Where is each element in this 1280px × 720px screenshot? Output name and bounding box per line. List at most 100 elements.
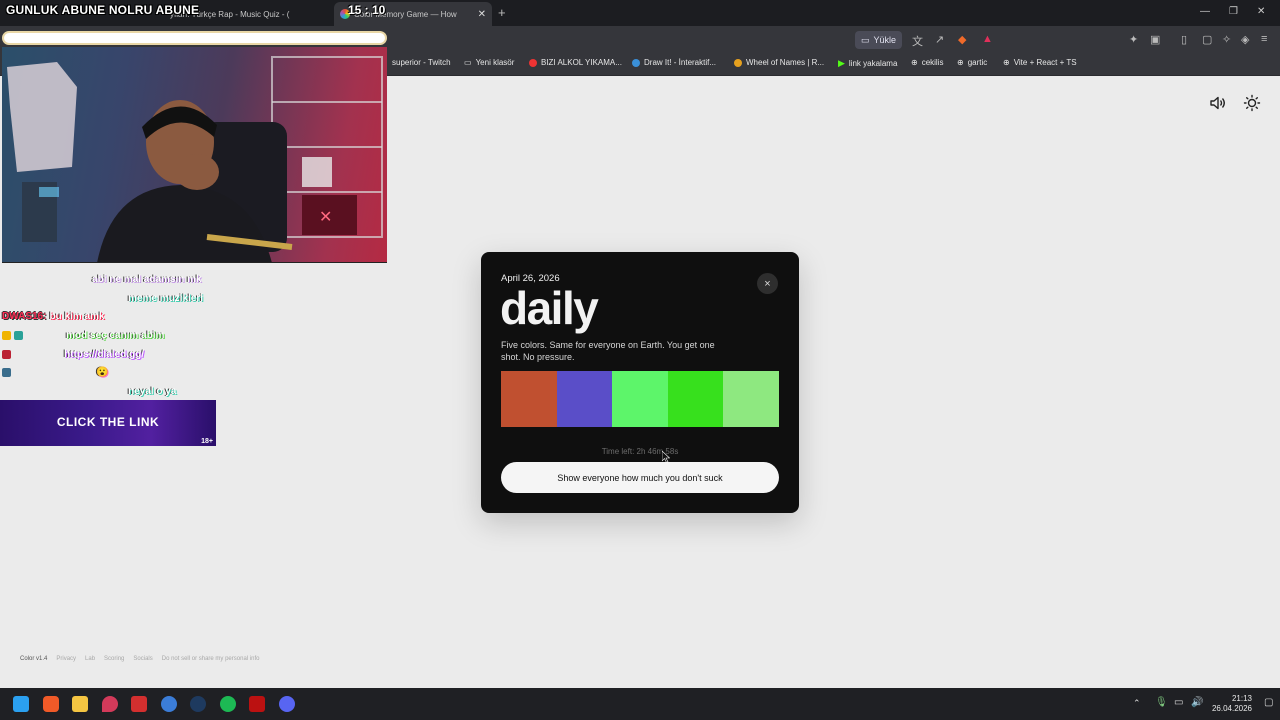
bookmark-label: Yeni klasör — [475, 58, 515, 67]
chat-username: DWAS16: — [2, 311, 47, 323]
spotify-icon[interactable] — [220, 696, 236, 712]
wallet-icon[interactable]: ▢ — [1202, 33, 1212, 46]
globe-icon: ⊕ — [911, 58, 918, 67]
color-swatch — [501, 371, 557, 427]
close-icon: × — [764, 277, 771, 290]
bookmark-label: link yakalama — [848, 59, 898, 68]
badge-icon — [14, 330, 23, 340]
share-button[interactable]: Show everyone how much you don't suck — [501, 462, 779, 493]
chat-message: abi ne mal adamsın mk — [2, 270, 232, 289]
share-icon[interactable]: ↗ — [935, 33, 944, 46]
chat-message-text: meme muzikleri — [128, 292, 204, 304]
leo-ai-icon[interactable]: ✧ — [1222, 33, 1231, 46]
bookmark-label: BIZI ALKOL YIKAMA... — [541, 58, 622, 67]
bookmark-label: cekilis — [921, 58, 944, 67]
sidebar-icon[interactable]: ▯ — [1181, 33, 1187, 46]
bookmark-bizi-alkol[interactable]: BIZI ALKOL YIKAMA... — [529, 58, 622, 67]
location-app-icon[interactable] — [102, 696, 118, 712]
extensions-icon[interactable]: ✦ — [1129, 33, 1138, 46]
discord-icon[interactable] — [279, 696, 295, 712]
chat-message-text: https://dialed.gg/ — [64, 348, 144, 360]
theme-toggle-button[interactable] — [1243, 94, 1261, 112]
color-swatch — [723, 371, 779, 427]
bookmark-vite-react[interactable]: ⊕ Vite + React + TS — [1003, 58, 1077, 67]
chevron-up-icon[interactable]: ⌃ — [1133, 698, 1141, 709]
bookmark-yeni-klasor[interactable]: ▭ Yeni klasör — [464, 58, 514, 67]
file-explorer-icon[interactable] — [72, 696, 88, 712]
page-footer: Color v1.4 Privacy Lab Scoring Socials D… — [20, 656, 259, 662]
bookmark-label: superior - Twitch — [392, 58, 451, 67]
mouse-cursor-icon — [662, 451, 670, 463]
chat-message-text: abi ne mal adamsın mk — [92, 273, 202, 285]
menu-icon[interactable]: ≡ — [1261, 33, 1267, 45]
webcam-scene: ✕ — [7, 56, 383, 262]
brave-shield-icon[interactable]: ◆ — [958, 33, 966, 46]
steam-icon[interactable] — [190, 696, 206, 712]
footer-link-socials[interactable]: Socials — [133, 656, 152, 662]
window-close-icon[interactable]: ✕ — [1257, 6, 1265, 17]
laptop-icon: ▭ — [861, 34, 870, 45]
chat-message: https://dialed.gg/ — [2, 345, 232, 364]
footer-link-lab[interactable]: Lab — [85, 656, 95, 662]
bookmark-label: Draw It! - İnteraktif... — [644, 58, 717, 67]
chat-message: neyal o ya — [2, 382, 232, 401]
network-icon[interactable]: ▭ — [1174, 697, 1183, 708]
windows-taskbar: ⌃ 🎙 ▭ 🔊 ▢ — [0, 688, 1280, 720]
install-button[interactable]: ▭ Yükle — [855, 31, 903, 49]
share-button-label: Show everyone how much you don't suck — [557, 472, 723, 483]
globe-icon: ⊕ — [1003, 58, 1010, 67]
minimize-icon[interactable]: — — [1200, 6, 1210, 17]
footer-link-privacy[interactable]: Privacy — [56, 656, 76, 662]
color-swatch — [612, 371, 668, 427]
sound-toggle-button[interactable] — [1208, 94, 1226, 112]
app-icon[interactable] — [131, 696, 147, 712]
windows-start-icon[interactable] — [13, 696, 29, 712]
bookmark-superior-twitch[interactable]: superior - Twitch — [392, 58, 451, 67]
app-icon[interactable] — [161, 696, 177, 712]
promo-banner: CLICK THE LINK 18+ — [0, 400, 216, 446]
badge-icon — [2, 349, 11, 359]
color-swatch — [556, 371, 613, 427]
translate-icon[interactable]: 文 — [912, 33, 923, 49]
bookmark-gartic[interactable]: ⊕ gartic — [957, 58, 987, 67]
close-icon[interactable]: ✕ — [478, 9, 486, 20]
tray-clock[interactable]: 21:13 26.04.2026 — [1208, 694, 1252, 714]
bookmark-link-yakalama[interactable]: ▶ link yakalama — [838, 58, 897, 69]
tray-date: 26.04.2026 — [1211, 704, 1252, 713]
new-tab-icon[interactable]: + — [498, 5, 506, 20]
chat-message: meme muzikleri — [2, 289, 232, 308]
bookmark-cekilis[interactable]: ⊕ cekilis — [911, 58, 943, 67]
footer-link-scoring[interactable]: Scoring — [104, 656, 124, 662]
folder-icon: ▭ — [464, 58, 472, 67]
time-left: Time left: 2h 46m 58s — [601, 447, 679, 456]
bookmark-wheel-of-names[interactable]: Wheel of Names | R... — [734, 58, 824, 67]
brave-icon[interactable] — [43, 696, 59, 712]
chat-message-text: neyal o ya — [128, 385, 177, 397]
badge-icon — [2, 330, 11, 340]
bookmark-favicon-icon — [632, 58, 640, 67]
chat-message-text: bu kim amk — [49, 311, 105, 323]
reader-icon[interactable]: ▣ — [1150, 33, 1160, 46]
sun-icon — [1243, 94, 1261, 112]
notifications-icon[interactable]: ▢ — [1264, 697, 1273, 708]
modal-title: daily — [500, 282, 599, 334]
bookmark-label: gartic — [967, 58, 988, 67]
app-icon[interactable] — [249, 696, 265, 712]
install-label: Yükle — [873, 35, 897, 45]
footer-link-privacy-choices[interactable]: Do not sell or share my personal info — [162, 656, 260, 662]
bookmark-draw-it[interactable]: Draw It! - İnteraktif... — [632, 58, 716, 67]
chat-message: mod seç canım abim — [2, 326, 232, 345]
kick-icon: ▶ — [838, 58, 845, 68]
version-label: Color v1.4 — [20, 656, 48, 662]
bookmark-label: Wheel of Names | R... — [746, 58, 825, 67]
vpn-icon[interactable]: ◈ — [1241, 33, 1249, 46]
chat-message: 😮 — [2, 363, 232, 382]
rewards-icon[interactable]: ▲ — [982, 33, 993, 45]
promo-age-badge: 18+ — [201, 438, 213, 445]
stream-overlay-timer: 15 : 10 — [348, 3, 386, 17]
bookmark-label: Vite + React + TS — [1013, 58, 1077, 67]
volume-icon[interactable]: 🔊 — [1191, 697, 1203, 708]
microphone-icon[interactable]: 🎙 — [1155, 697, 1168, 708]
restore-icon[interactable]: ❐ — [1229, 6, 1238, 17]
close-button[interactable]: × — [757, 273, 778, 294]
